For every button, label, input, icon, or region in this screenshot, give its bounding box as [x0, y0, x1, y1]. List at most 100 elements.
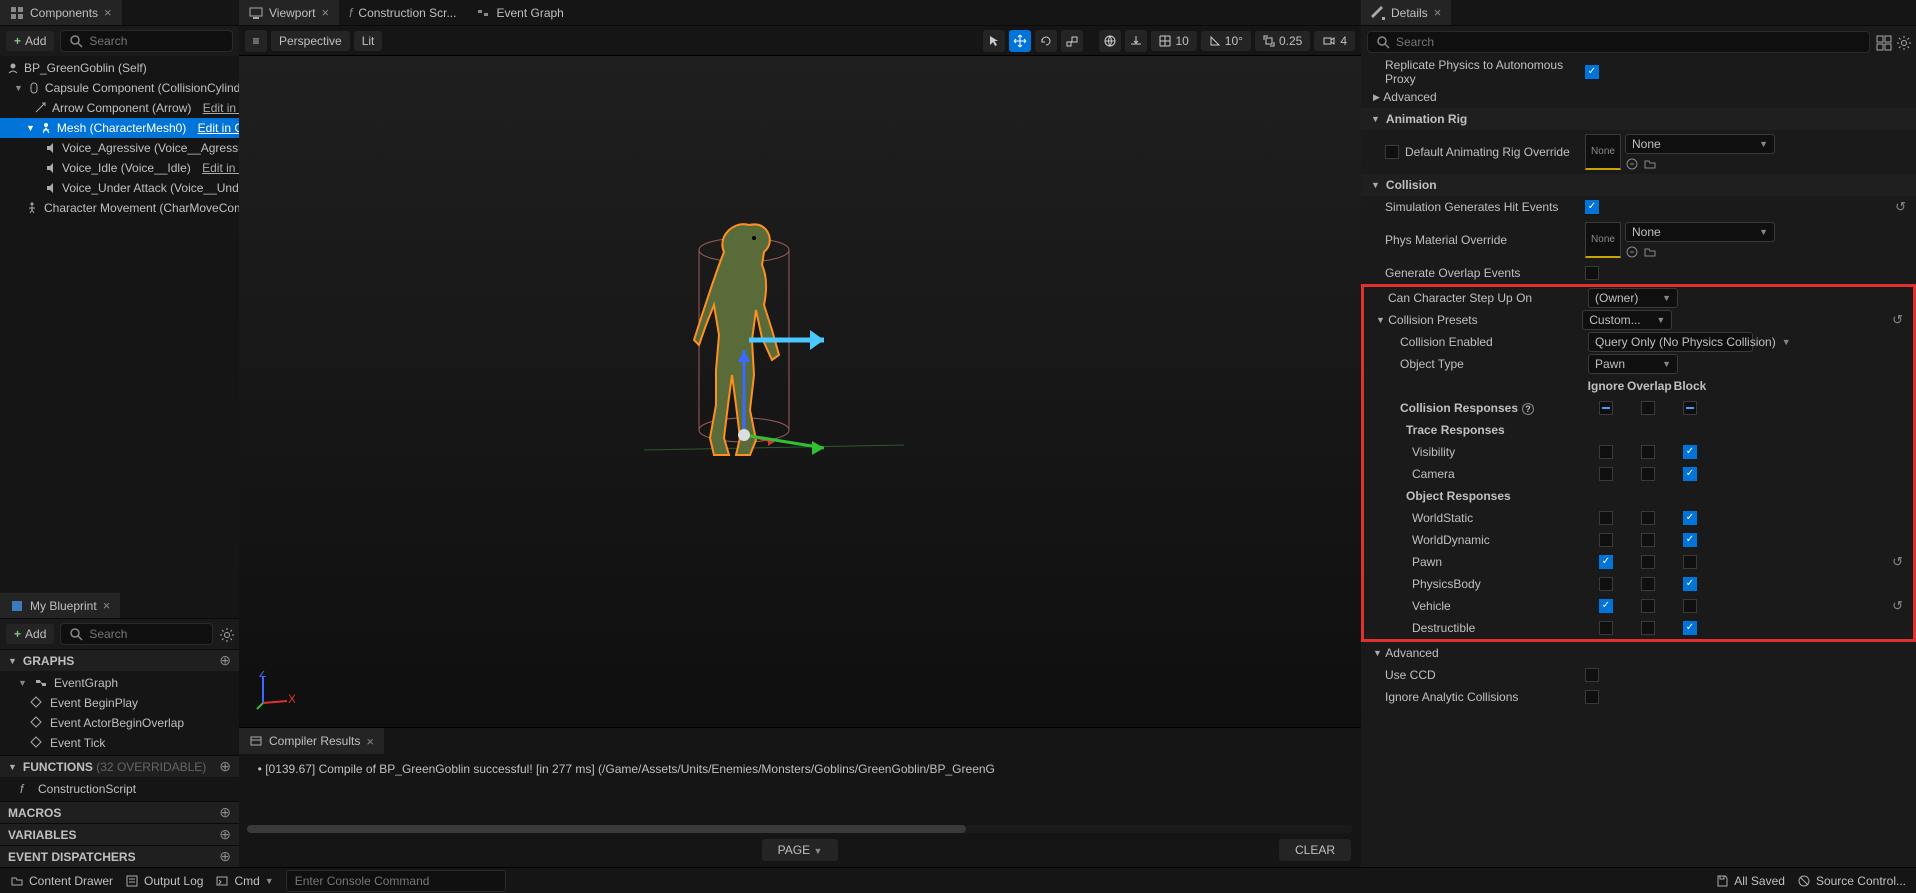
add-macro-button[interactable]: ⊕ [219, 804, 231, 821]
reset-to-default-icon[interactable]: ↺ [1895, 199, 1912, 215]
scale-snap-toggle[interactable]: 0.25 [1255, 31, 1310, 51]
viewport-options-button[interactable]: ≡ [245, 30, 267, 52]
checkbox-ignore-analytic[interactable] [1585, 690, 1599, 704]
close-icon[interactable]: × [103, 598, 111, 613]
vehicle-ignore[interactable] [1599, 599, 1613, 613]
pawn-ignore[interactable] [1599, 555, 1613, 569]
reset-to-default-icon[interactable]: ↺ [1892, 312, 1909, 328]
section-macros[interactable]: MACROS ⊕ [0, 801, 239, 823]
add-function-button[interactable]: ⊕ [219, 758, 231, 775]
destructible-block[interactable] [1683, 621, 1697, 635]
checkbox-overlap-all[interactable] [1641, 401, 1655, 415]
checkbox-default-anim-rig[interactable] [1385, 145, 1399, 159]
vehicle-overlap[interactable] [1641, 599, 1655, 613]
category-collision[interactable]: ▼ Collision [1361, 174, 1916, 196]
tab-components[interactable]: Components × [0, 0, 122, 25]
add-blueprint-button[interactable]: + Add [6, 624, 54, 644]
tab-viewport[interactable]: Viewport × [239, 0, 339, 25]
visibility-overlap[interactable] [1641, 445, 1655, 459]
asset-thumbnail[interactable]: None [1585, 222, 1621, 258]
help-icon[interactable]: ? [1522, 403, 1534, 415]
lit-dropdown[interactable]: Lit [354, 31, 383, 51]
clear-button[interactable]: CLEAR [1279, 839, 1351, 861]
can-step-up-dropdown[interactable]: (Owner)▼ [1588, 288, 1678, 308]
source-control-button[interactable]: Source Control... [1797, 874, 1906, 888]
gear-icon[interactable] [1896, 35, 1910, 49]
collision-presets-dropdown[interactable]: Custom...▼ [1582, 310, 1672, 330]
rotate-tool-button[interactable] [1035, 30, 1057, 52]
tree-arrow[interactable]: Arrow Component (Arrow) Edit in C++ [0, 98, 239, 118]
checkbox-generate-overlap[interactable] [1585, 266, 1599, 280]
vehicle-block[interactable] [1683, 599, 1697, 613]
add-component-button[interactable]: + Add [6, 31, 54, 51]
tree-character-movement[interactable]: Character Movement (CharMoveComp) [0, 198, 239, 218]
tree-voice-agressive[interactable]: Voice_Agressive (Voice__Agressive [0, 138, 239, 158]
reset-to-default-icon[interactable]: ↺ [1892, 554, 1909, 570]
worlddynamic-block[interactable] [1683, 533, 1697, 547]
angle-snap-toggle[interactable]: 10° [1201, 31, 1251, 51]
physicsbody-ignore[interactable] [1599, 577, 1613, 591]
tab-compiler-results[interactable]: Compiler Results × [239, 728, 384, 754]
close-icon[interactable]: × [104, 5, 112, 20]
checkbox-use-ccd[interactable] [1585, 668, 1599, 682]
advanced-toggle[interactable]: ▼ Advanced [1361, 642, 1916, 664]
graph-eventgraph[interactable]: ▼ EventGraph [0, 673, 239, 693]
checkbox-ignore-all[interactable] [1599, 401, 1613, 415]
checkbox-replicate-physics[interactable] [1585, 65, 1599, 79]
add-dispatcher-button[interactable]: ⊕ [219, 848, 231, 865]
worldstatic-ignore[interactable] [1599, 511, 1613, 525]
viewport-3d[interactable]: Z X [239, 56, 1361, 727]
camera-overlap[interactable] [1641, 467, 1655, 481]
checkbox-sim-hit[interactable] [1585, 200, 1599, 214]
add-graph-button[interactable]: ⊕ [219, 652, 231, 669]
close-icon[interactable]: × [321, 5, 329, 20]
checkbox-block-all[interactable] [1683, 401, 1697, 415]
perspective-dropdown[interactable]: Perspective [271, 31, 350, 51]
tree-voice-idle[interactable]: Voice_Idle (Voice__Idle) Edit in C++ [0, 158, 239, 178]
anim-rig-dropdown[interactable]: None▼ [1625, 134, 1775, 154]
output-log-button[interactable]: Output Log [125, 874, 203, 888]
visibility-ignore[interactable] [1599, 445, 1613, 459]
reset-to-default-icon[interactable]: ↺ [1892, 598, 1909, 614]
translate-tool-button[interactable] [1009, 30, 1031, 52]
content-drawer-button[interactable]: Content Drawer [10, 874, 113, 888]
scale-tool-button[interactable] [1061, 30, 1083, 52]
add-variable-button[interactable]: ⊕ [219, 826, 231, 843]
tab-my-blueprint[interactable]: My Blueprint × [0, 593, 120, 618]
gear-icon[interactable] [219, 627, 233, 641]
all-saved-button[interactable]: All Saved [1715, 874, 1785, 888]
tree-capsule[interactable]: ▼ Capsule Component (CollisionCylinder) [0, 78, 239, 98]
worldstatic-block[interactable] [1683, 511, 1697, 525]
tree-voice-underattack[interactable]: Voice_Under Attack (Voice__UnderA [0, 178, 239, 198]
browse-icon[interactable] [1643, 157, 1657, 171]
browse-icon[interactable] [1643, 245, 1657, 259]
section-graphs[interactable]: ▼ GRAPHS ⊕ [0, 649, 239, 671]
use-selected-icon[interactable] [1625, 157, 1639, 171]
section-variables[interactable]: VARIABLES ⊕ [0, 823, 239, 845]
pawn-block[interactable] [1683, 555, 1697, 569]
surface-snap-button[interactable] [1125, 30, 1147, 52]
function-constructionscript[interactable]: f ConstructionScript [0, 779, 239, 799]
scrollbar-horizontal[interactable] [247, 825, 966, 833]
object-type-dropdown[interactable]: Pawn▼ [1588, 354, 1678, 374]
page-dropdown[interactable]: PAGE ▼ [762, 839, 839, 861]
camera-speed-toggle[interactable]: 4 [1314, 31, 1355, 51]
edit-cpp-link[interactable]: Edit in C++ [198, 121, 239, 135]
search-input[interactable] [89, 34, 224, 48]
select-tool-button[interactable] [983, 30, 1005, 52]
tab-details[interactable]: Details × [1361, 0, 1451, 25]
section-dispatchers[interactable]: EVENT DISPATCHERS ⊕ [0, 845, 239, 867]
collision-enabled-dropdown[interactable]: Query Only (No Physics Collision)▼ [1588, 332, 1753, 352]
details-search[interactable] [1367, 31, 1870, 53]
worlddynamic-overlap[interactable] [1641, 533, 1655, 547]
search-input[interactable] [89, 627, 204, 641]
tab-event-graph[interactable]: Event Graph [466, 0, 573, 25]
physicsbody-overlap[interactable] [1641, 577, 1655, 591]
edit-cpp-link[interactable]: Edit in C++ [203, 101, 239, 115]
event-actorbeginoverlap[interactable]: Event ActorBeginOverlap [0, 713, 239, 733]
event-beginplay[interactable]: Event BeginPlay [0, 693, 239, 713]
destructible-overlap[interactable] [1641, 621, 1655, 635]
cmd-dropdown[interactable]: Cmd ▼ [215, 874, 273, 888]
console-command-input[interactable] [286, 870, 506, 892]
camera-ignore[interactable] [1599, 467, 1613, 481]
